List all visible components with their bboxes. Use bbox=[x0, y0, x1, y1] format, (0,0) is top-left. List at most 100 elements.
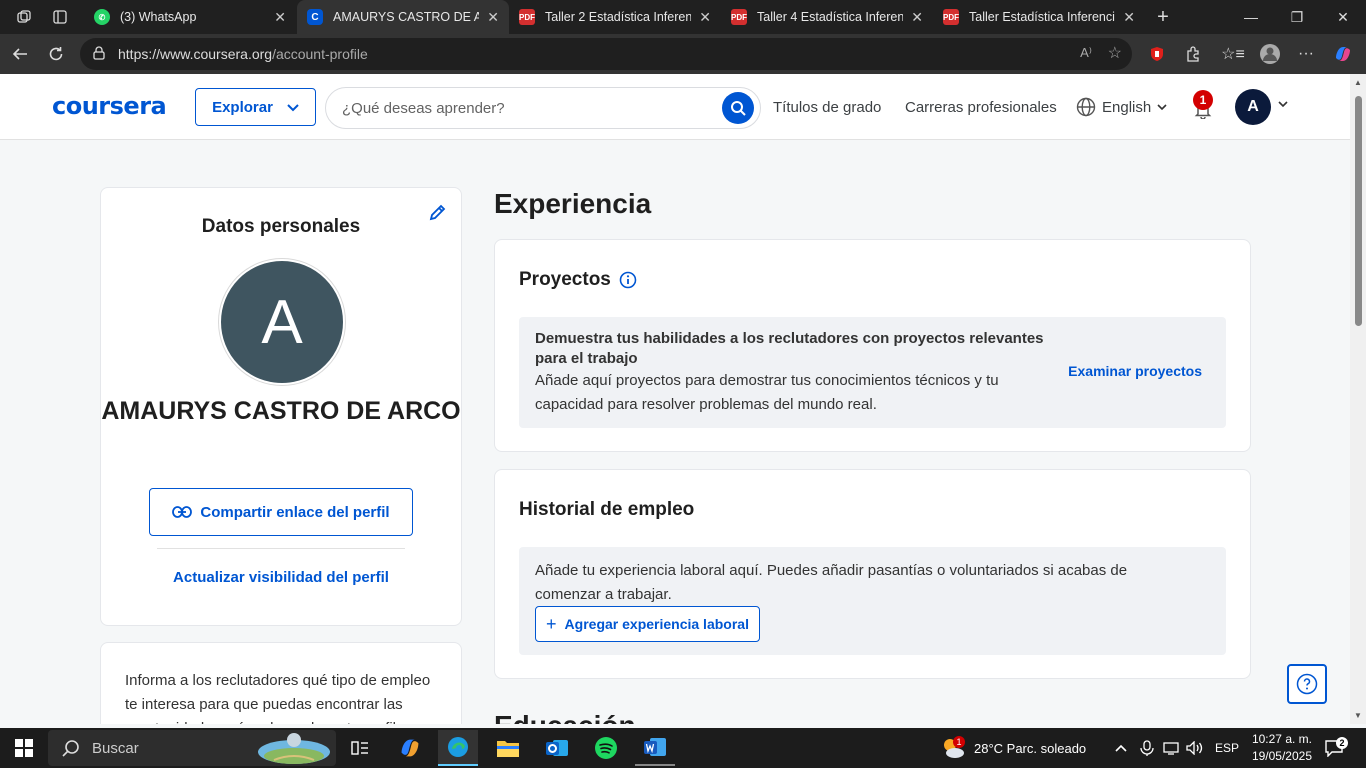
network-icon[interactable] bbox=[1163, 728, 1179, 768]
user-avatar[interactable]: A bbox=[1235, 89, 1271, 125]
browse-projects-link[interactable]: Examinar proyectos bbox=[1068, 363, 1202, 379]
close-tab-icon[interactable]: ✕ bbox=[487, 9, 499, 26]
address-row: https://www.coursera.org/account-profile… bbox=[0, 34, 1366, 74]
scroll-down-icon[interactable]: ▼ bbox=[1354, 711, 1362, 720]
employment-prompt-box: Añade tu experiencia laboral aquí. Puede… bbox=[519, 547, 1226, 655]
profile-icon[interactable] bbox=[1256, 38, 1284, 70]
link-degrees[interactable]: Títulos de grado bbox=[773, 99, 881, 116]
notification-badge: 1 bbox=[1193, 90, 1213, 110]
task-view-icon[interactable] bbox=[340, 730, 380, 766]
close-tab-icon[interactable]: ✕ bbox=[1123, 9, 1135, 26]
link-careers[interactable]: Carreras profesionales bbox=[905, 99, 1057, 116]
explore-label: Explorar bbox=[212, 98, 273, 116]
read-aloud-icon[interactable]: A⁾ bbox=[1080, 45, 1092, 61]
favorites-icon[interactable]: ☆≡ bbox=[1219, 38, 1247, 70]
windows-taskbar: Buscar 28°C Parc. soleado 1 ESP 10:27 a.… bbox=[0, 728, 1366, 768]
chevron-down-icon bbox=[1157, 103, 1167, 110]
weather-widget[interactable]: 28°C Parc. soleado bbox=[940, 728, 1086, 768]
notification-center-badge: 2 bbox=[1336, 737, 1348, 749]
coursera-logo[interactable]: coursera bbox=[52, 92, 167, 120]
spotify-icon[interactable] bbox=[586, 730, 626, 766]
experience-title: Experiencia bbox=[494, 188, 652, 219]
copilot-icon[interactable] bbox=[1329, 38, 1357, 70]
coursera-header: coursera Explorar ¿Qué deseas aprender? … bbox=[0, 74, 1350, 140]
page-scrollbar[interactable]: ▲ ▼ bbox=[1350, 74, 1366, 724]
tab-coursera-profile[interactable]: C AMAURYS CASTRO DE ARCO ✕ bbox=[297, 0, 509, 34]
search-input[interactable]: ¿Qué deseas aprender? bbox=[325, 87, 761, 129]
edge-app-icon[interactable] bbox=[438, 730, 478, 766]
favorite-star-icon[interactable]: ☆ bbox=[1108, 43, 1122, 63]
language-selector[interactable]: English bbox=[1076, 97, 1167, 117]
tab-taller-2[interactable]: PDF Taller 2 Estadística Inferencial ✕ bbox=[509, 0, 721, 34]
clock-time: 10:27 a. m. bbox=[1251, 732, 1312, 746]
search-icon bbox=[731, 101, 746, 116]
plus-icon: + bbox=[546, 613, 557, 634]
employment-history-card: Historial de empleo Añade tu experiencia… bbox=[494, 469, 1251, 679]
more-options-icon[interactable]: ··· bbox=[1292, 38, 1320, 70]
update-visibility-link[interactable]: Actualizar visibilidad del perfil bbox=[101, 569, 461, 586]
employment-text: Añade tu experiencia laboral aquí. Puede… bbox=[535, 562, 1128, 603]
chevron-down-icon[interactable] bbox=[1278, 99, 1288, 111]
word-icon[interactable] bbox=[635, 730, 675, 766]
tab-actions-icon[interactable] bbox=[50, 7, 70, 27]
extension-shield-icon[interactable] bbox=[1143, 38, 1171, 70]
input-language[interactable]: ESP bbox=[1215, 728, 1239, 768]
tab-title: Taller Estadística Inferencial ( bbox=[969, 10, 1115, 24]
workspaces-icon[interactable] bbox=[14, 7, 34, 27]
tab-title: AMAURYS CASTRO DE ARCO bbox=[333, 10, 480, 24]
search-highlight-image-icon bbox=[258, 733, 330, 764]
search-button[interactable] bbox=[722, 92, 754, 124]
file-explorer-icon[interactable] bbox=[488, 730, 528, 766]
clock[interactable]: 10:27 a. m. 19/05/2025 bbox=[1246, 731, 1312, 765]
tab-taller-4[interactable]: PDF Taller 4 Estadística Inferencial ✕ bbox=[721, 0, 933, 34]
pdf-icon: PDF bbox=[943, 9, 959, 25]
start-button[interactable] bbox=[4, 730, 44, 766]
close-tab-icon[interactable]: ✕ bbox=[274, 9, 286, 26]
projects-card: Proyectos Demuestra tus habilidades a lo… bbox=[494, 239, 1251, 452]
divider bbox=[157, 548, 405, 549]
taskbar-search[interactable]: Buscar bbox=[48, 730, 336, 766]
tab-whatsapp[interactable]: ✆ (3) WhatsApp ✕ bbox=[84, 0, 296, 34]
back-button[interactable] bbox=[2, 38, 38, 70]
coursera-icon: C bbox=[307, 9, 323, 25]
outlook-icon[interactable] bbox=[537, 730, 577, 766]
question-icon bbox=[1296, 673, 1318, 695]
close-window-button[interactable]: ✕ bbox=[1320, 0, 1366, 34]
site-info-icon[interactable] bbox=[92, 45, 106, 63]
scroll-thumb[interactable] bbox=[1355, 96, 1362, 326]
globe-icon bbox=[1076, 97, 1096, 117]
profile-name: AMAURYS CASTRO DE ARCO bbox=[101, 397, 461, 425]
tab-taller-estadistica[interactable]: PDF Taller Estadística Inferencial ( ✕ bbox=[933, 0, 1145, 34]
url-path: /account-profile bbox=[272, 46, 368, 62]
close-tab-icon[interactable]: ✕ bbox=[911, 9, 923, 26]
share-profile-label: Compartir enlace del perfil bbox=[200, 503, 390, 521]
windows-logo-icon bbox=[15, 739, 33, 757]
extensions-icon[interactable] bbox=[1179, 38, 1207, 70]
edit-pencil-icon[interactable] bbox=[428, 202, 448, 222]
share-profile-button[interactable]: Compartir enlace del perfil bbox=[149, 488, 413, 536]
explore-button[interactable]: Explorar bbox=[195, 88, 316, 126]
link-icon bbox=[172, 506, 193, 518]
tray-chevron-up-icon[interactable] bbox=[1115, 728, 1127, 768]
new-tab-icon[interactable]: + bbox=[1153, 6, 1173, 28]
reload-button[interactable] bbox=[38, 38, 74, 70]
personal-data-title: Datos personales bbox=[201, 216, 361, 237]
help-button[interactable] bbox=[1287, 664, 1327, 704]
search-icon bbox=[62, 740, 79, 757]
url-bar[interactable]: https://www.coursera.org/account-profile… bbox=[80, 38, 1132, 70]
close-tab-icon[interactable]: ✕ bbox=[699, 9, 711, 26]
maximize-button[interactable]: ❐ bbox=[1274, 0, 1320, 34]
minimize-button[interactable]: — bbox=[1228, 0, 1274, 34]
tab-title: (3) WhatsApp bbox=[120, 10, 197, 24]
meet-now-icon[interactable] bbox=[1140, 728, 1154, 768]
browser-tab-bar: ✆ (3) WhatsApp ✕ C AMAURYS CASTRO DE ARC… bbox=[0, 0, 1366, 34]
add-work-experience-button[interactable]: + Agregar experiencia laboral bbox=[535, 606, 760, 642]
volume-icon[interactable] bbox=[1186, 728, 1204, 768]
scroll-up-icon[interactable]: ▲ bbox=[1354, 78, 1362, 87]
weather-label: 28°C Parc. soleado bbox=[974, 740, 1087, 756]
projects-prompt-box: Demuestra tus habilidades a los reclutad… bbox=[519, 317, 1226, 428]
info-icon[interactable] bbox=[619, 271, 637, 289]
copilot-app-icon[interactable] bbox=[390, 730, 430, 766]
search-placeholder: ¿Qué deseas aprender? bbox=[342, 99, 505, 117]
pdf-icon: PDF bbox=[519, 9, 535, 25]
